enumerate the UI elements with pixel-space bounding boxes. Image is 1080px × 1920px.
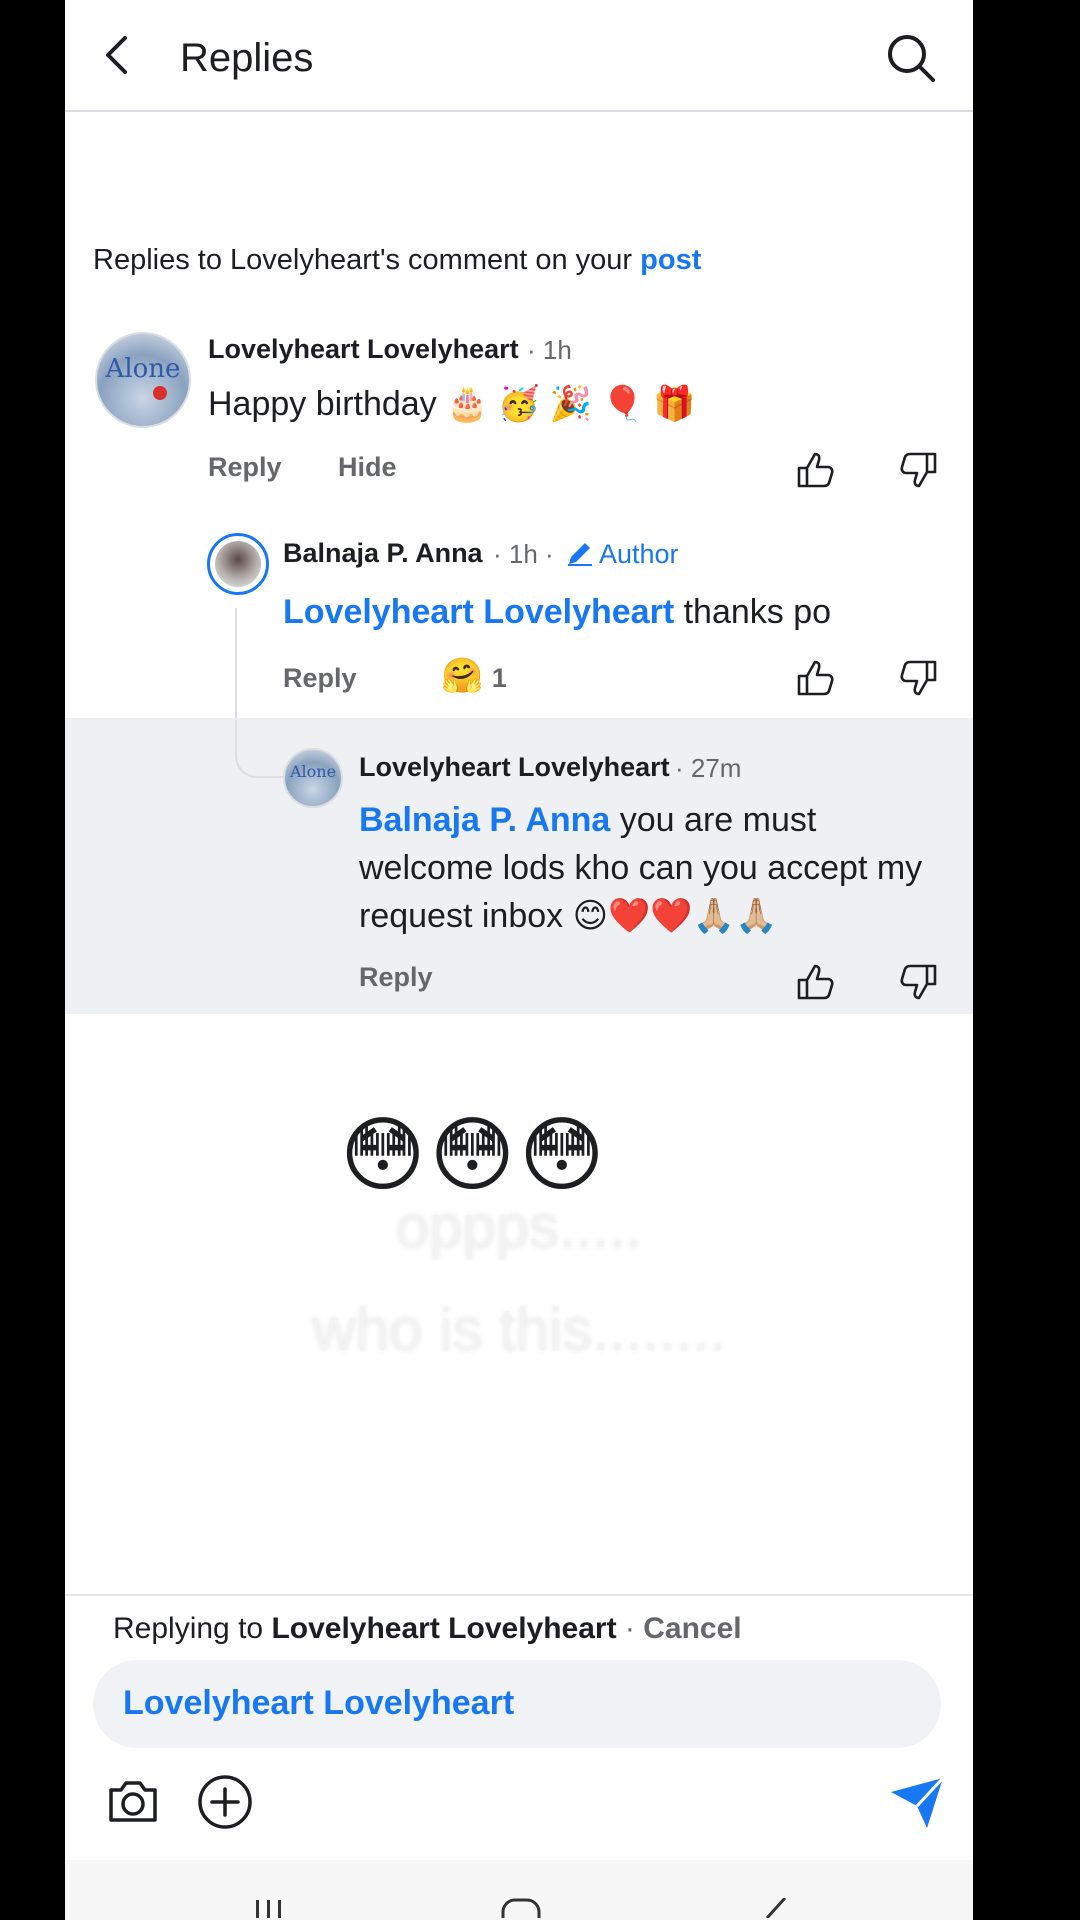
comment-text: Happy birthday 🎂 🥳 🎉 🎈 🎁 xyxy=(208,385,696,423)
avatar-label: Alone xyxy=(289,762,337,781)
overlay-text-line-1: oppps..... xyxy=(395,1193,643,1260)
back-nav-icon[interactable] xyxy=(757,1898,797,1918)
comment-input-value[interactable]: Lovelyheart Lovelyheart xyxy=(123,1684,514,1723)
commenter-name[interactable]: Lovelyheart Lovelyheart xyxy=(359,752,670,783)
comment-time: · 1h · xyxy=(493,539,554,569)
like-icon[interactable] xyxy=(793,656,837,700)
like-icon[interactable] xyxy=(793,448,837,492)
overlay-text-line-2: who is this........ xyxy=(312,1296,726,1363)
replies-context: Replies to Lovelyheart's comment on your… xyxy=(93,244,701,277)
camera-icon[interactable] xyxy=(103,1772,163,1832)
top-bar: Replies xyxy=(65,0,973,112)
mention-link[interactable]: Balnaja P. Anna xyxy=(359,801,610,839)
hide-button[interactable]: Hide xyxy=(338,452,397,483)
search-icon[interactable] xyxy=(883,30,939,86)
comment-text: Lovelyheart Lovelyheart thanks po xyxy=(283,588,831,636)
commenter-name[interactable]: Lovelyheart Lovelyheart xyxy=(208,334,519,365)
replying-prefix: Replying to xyxy=(113,1612,272,1645)
flushed-emoji-overlay: 😳😳😳 xyxy=(340,1110,609,1201)
comment-time: · 27m xyxy=(675,753,742,783)
send-icon[interactable] xyxy=(887,1772,947,1832)
mention-link[interactable]: Lovelyheart Lovelyheart xyxy=(283,593,674,631)
system-nav-bar xyxy=(65,1860,973,1920)
post-link[interactable]: post xyxy=(640,244,701,276)
comment-time: · 1h xyxy=(527,335,572,365)
pencil-icon xyxy=(568,543,592,566)
recent-apps-icon[interactable] xyxy=(250,1898,290,1918)
cancel-button[interactable]: Cancel xyxy=(643,1612,741,1645)
replying-name: Lovelyheart Lovelyheart xyxy=(271,1612,617,1645)
dislike-icon[interactable] xyxy=(897,448,941,492)
like-icon[interactable] xyxy=(793,960,837,1004)
reply-button[interactable]: Reply xyxy=(283,663,357,694)
replying-to-line: Replying to Lovelyheart Lovelyheart · Ca… xyxy=(113,1612,742,1646)
comment-text: Balnaja P. Anna you are must welcome lod… xyxy=(359,796,949,940)
reply-button[interactable]: Reply xyxy=(359,962,433,993)
back-arrow-icon[interactable] xyxy=(93,30,143,80)
author-avatar[interactable] xyxy=(207,533,269,595)
add-icon[interactable] xyxy=(195,1772,255,1832)
dislike-icon[interactable] xyxy=(897,656,941,700)
home-icon[interactable] xyxy=(501,1898,541,1918)
separator: · xyxy=(616,1612,644,1645)
care-reaction-icon: 🤗 xyxy=(441,657,484,695)
reaction-summary[interactable]: 🤗 1 xyxy=(441,656,507,696)
thread-connector xyxy=(235,720,287,778)
avatar[interactable]: Alone xyxy=(283,748,343,808)
avatar[interactable]: Alone xyxy=(95,332,191,428)
composer-divider xyxy=(65,1594,973,1596)
reply-button[interactable]: Reply xyxy=(208,452,282,483)
avatar-label: Alone xyxy=(105,354,181,384)
page-title: Replies xyxy=(180,36,314,80)
context-text: Replies to Lovelyheart's comment on your xyxy=(93,244,641,276)
dislike-icon[interactable] xyxy=(897,960,941,1004)
comment-input[interactable]: Lovelyheart Lovelyheart xyxy=(93,1660,941,1748)
author-badge: Author xyxy=(599,539,679,569)
comment-body: thanks po xyxy=(674,593,832,631)
reaction-count: 1 xyxy=(491,663,507,693)
replies-screen: Replies Replies to Lovelyheart's comment… xyxy=(65,0,973,1920)
commenter-name[interactable]: Balnaja P. Anna xyxy=(283,538,483,569)
